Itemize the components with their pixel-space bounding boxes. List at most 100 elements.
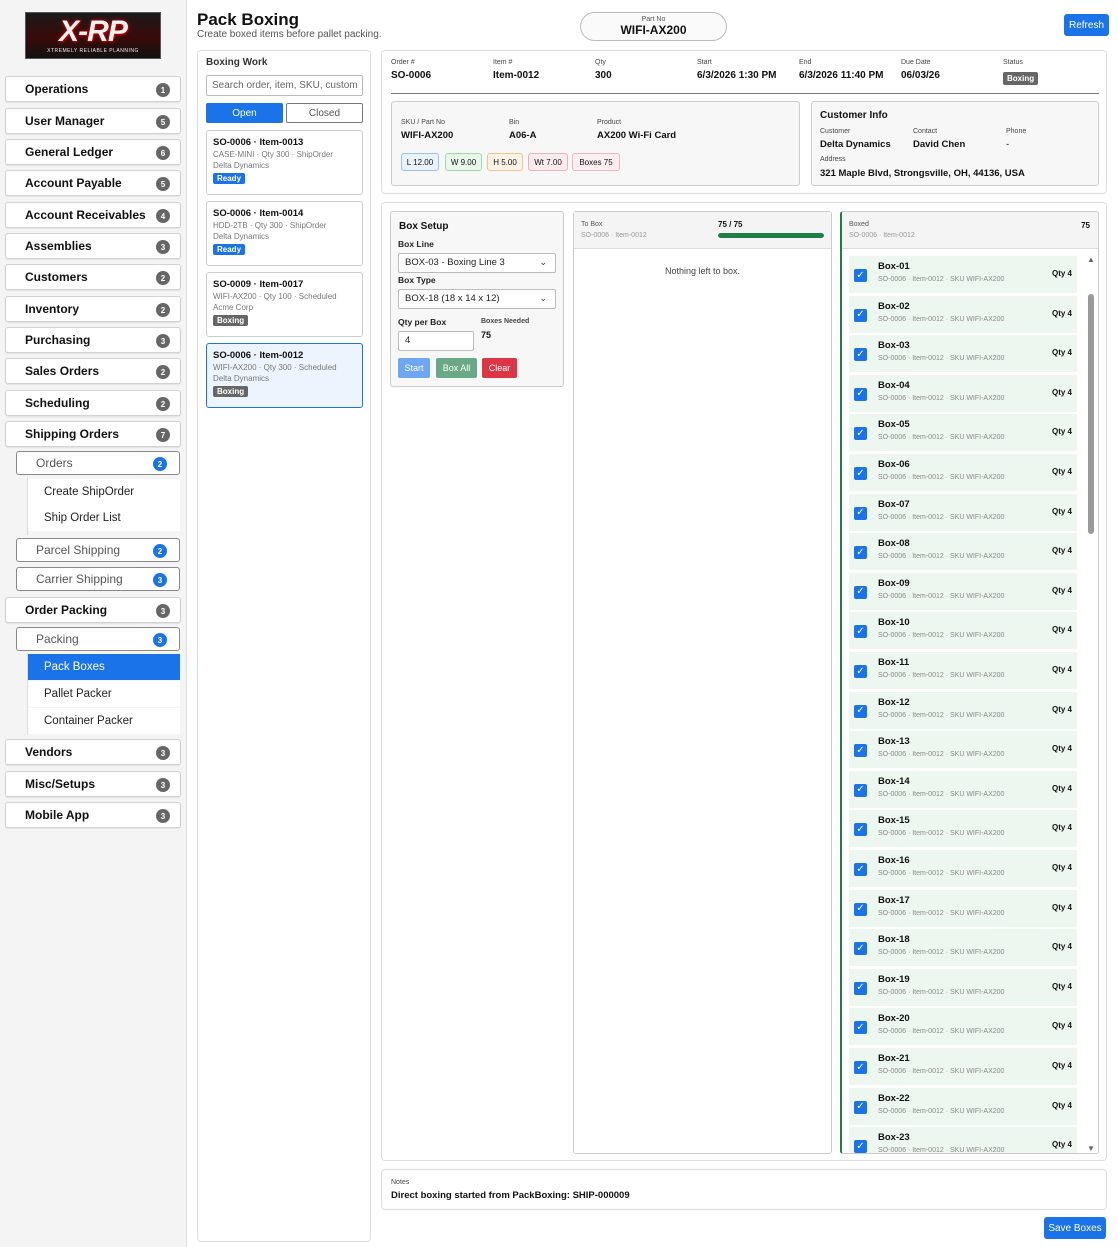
checkbox[interactable]: ✓ xyxy=(854,625,867,639)
box-line-select[interactable]: BOX-03 - Boxing Line 3 ⌄ xyxy=(398,253,556,273)
checkbox[interactable]: ✓ xyxy=(854,783,867,797)
sidebar-item-scheduling[interactable]: Scheduling 2 xyxy=(5,390,181,416)
boxed-row[interactable]: ✓ Box-14 SO-0006 · Item-0012 · SKU WIFI-AX… xyxy=(849,770,1077,808)
sidebar-subitem-orders[interactable]: Orders 2 xyxy=(16,451,180,475)
boxed-row[interactable]: ✓ Box-03 SO-0006 · Item-0012 · SKU WIFI-AX… xyxy=(849,335,1077,373)
checkbox[interactable]: ✓ xyxy=(854,665,867,678)
xrp-logo[interactable]: X-RP XTREMELY RELIABLE PLANNING xyxy=(25,12,161,59)
boxed-row[interactable]: ✓ Box-18 SO-0006 · Item-0012 · SKU WIFI-AX… xyxy=(849,929,1077,967)
sidebar-item-order-packing[interactable]: Order Packing 3 xyxy=(5,597,181,623)
tab-closed[interactable]: Closed xyxy=(286,103,363,123)
checkbox[interactable]: ✓ xyxy=(854,427,867,441)
work-card-selected[interactable]: SO-0006 · Item-0012 WIFI-AX200 · Qty 300… xyxy=(206,343,363,408)
boxed-row[interactable]: ✓ Box-21 SO-0006 · Item-0012 · SKU WIFI-AX… xyxy=(849,1048,1077,1085)
sidebar-leaf-container-packer[interactable]: Container Packer xyxy=(28,708,180,734)
checkbox[interactable]: ✓ xyxy=(854,546,867,560)
boxed-row[interactable]: ✓ Box-23 SO-0006 · Item-0012 · SKU WIFI-AX… xyxy=(849,1127,1077,1153)
box-name: Box-09 xyxy=(878,577,910,589)
sidebar-item-assemblies[interactable]: Assemblies 3 xyxy=(5,233,181,259)
checkbox[interactable]: ✓ xyxy=(854,744,867,758)
checkbox[interactable]: ✓ xyxy=(854,902,867,916)
boxed-row[interactable]: ✓ Box-05 SO-0006 · Item-0012 · SKU WIFI-AX… xyxy=(849,414,1077,452)
boxed-row[interactable]: ✓ Box-16 SO-0006 · Item-0012 · SKU WIFI-AX… xyxy=(849,850,1077,887)
box-type-value: BOX-18 (18 x 14 x 12) xyxy=(405,293,500,304)
clear-button[interactable]: Clear xyxy=(482,358,517,378)
checkbox[interactable]: ✓ xyxy=(854,269,867,282)
scroll-up-arrow-icon[interactable]: ▲ xyxy=(1087,256,1095,264)
boxed-row[interactable]: ✓ Box-22 SO-0006 · Item-0012 · SKU WIFI-AX… xyxy=(849,1087,1077,1125)
sidebar-item-general-ledger[interactable]: General Ledger 6 xyxy=(5,139,181,165)
work-card-detail: HDD-2TB · Qty 300 · ShipOrder xyxy=(213,221,327,230)
boxed-row[interactable]: ✓ Box-06 SO-0006 · Item-0012 · SKU WIFI-AX… xyxy=(849,454,1077,491)
sidebar-item-shipping-orders[interactable]: Shipping Orders 7 xyxy=(5,421,181,447)
sidebar-subitem-parcel-shipping[interactable]: Parcel Shipping 2 xyxy=(16,538,180,562)
work-card[interactable]: SO-0006 · Item-0013 CASE-MINI · Qty 300 … xyxy=(206,130,363,195)
start-button[interactable]: Start xyxy=(398,358,430,378)
checkbox[interactable]: ✓ xyxy=(854,387,867,401)
sidebar-leaf-create-shiporder[interactable]: Create ShipOrder xyxy=(28,479,180,505)
boxed-row[interactable]: ✓ Box-08 SO-0006 · Item-0012 · SKU WIFI-AX… xyxy=(849,533,1077,571)
scroll-down-arrow-icon[interactable]: ▼ xyxy=(1087,1145,1095,1153)
boxed-row[interactable]: ✓ Box-19 SO-0006 · Item-0012 · SKU WIFI-AX… xyxy=(849,968,1077,1006)
boxed-row[interactable]: ✓ Box-20 SO-0006 · Item-0012 · SKU WIFI-AX… xyxy=(849,1008,1077,1046)
sidebar-item-customers[interactable]: Customers 2 xyxy=(5,264,181,290)
boxed-row[interactable]: ✓ Box-15 SO-0006 · Item-0012 · SKU WIFI-AX… xyxy=(849,810,1077,848)
work-card[interactable]: SO-0006 · Item-0014 HDD-2TB · Qty 300 · … xyxy=(206,201,363,266)
work-card[interactable]: SO-0009 · Item-0017 WIFI-AX200 · Qty 100… xyxy=(206,272,363,337)
count-badge: 3 xyxy=(153,633,167,647)
checkbox[interactable]: ✓ xyxy=(854,1061,867,1074)
boxed-row[interactable]: ✓ Box-07 SO-0006 · Item-0012 · SKU WIFI-AX… xyxy=(849,493,1077,531)
search-input[interactable] xyxy=(206,75,363,96)
sidebar-leaf-ship-order-list[interactable]: Ship Order List xyxy=(28,505,180,531)
sidebar-leaf-pallet-packer[interactable]: Pallet Packer xyxy=(28,681,180,707)
sidebar-subitem-label: Packing xyxy=(36,632,79,646)
sidebar-item-account-payable[interactable]: Account Payable 5 xyxy=(5,170,181,196)
tab-open[interactable]: Open xyxy=(206,103,283,123)
checkbox[interactable]: ✓ xyxy=(854,506,867,520)
checkbox[interactable]: ✓ xyxy=(854,704,867,718)
qty-per-box-input[interactable]: 4 xyxy=(398,331,474,351)
sidebar-subitem-carrier-shipping[interactable]: Carrier Shipping 3 xyxy=(16,567,180,591)
checkbox[interactable]: ✓ xyxy=(854,585,867,599)
sidebar-item-mobile-app[interactable]: Mobile App 3 xyxy=(5,802,181,828)
boxed-row[interactable]: ✓ Box-04 SO-0006 · Item-0012 · SKU WIFI-AX… xyxy=(849,374,1077,412)
scrollbar[interactable]: ▲ ▼ xyxy=(1086,256,1096,1153)
save-boxes-button[interactable]: Save Boxes xyxy=(1044,1217,1106,1239)
checkbox[interactable]: ✓ xyxy=(854,823,867,837)
checkbox[interactable]: ✓ xyxy=(854,981,867,995)
status-label: Status xyxy=(1003,59,1023,66)
sidebar-item-misc-setups[interactable]: Misc/Setups 3 xyxy=(5,771,181,797)
checkbox[interactable]: ✓ xyxy=(854,308,867,322)
sidebar-leaf-pack-boxes[interactable]: Pack Boxes xyxy=(28,654,180,680)
boxed-row[interactable]: ✓ Box-12 SO-0006 · Item-0012 · SKU WIFI-AX… xyxy=(849,691,1077,729)
checkbox[interactable]: ✓ xyxy=(854,467,867,480)
sidebar-item-purchasing[interactable]: Purchasing 3 xyxy=(5,327,181,353)
boxed-row[interactable]: ✓ Box-11 SO-0006 · Item-0012 · SKU WIFI-AX… xyxy=(849,652,1077,689)
sidebar-item-inventory[interactable]: Inventory 2 xyxy=(5,296,181,322)
boxed-row[interactable]: ✓ Box-02 SO-0006 · Item-0012 · SKU WIFI-AX… xyxy=(849,295,1077,333)
checkbox[interactable]: ✓ xyxy=(854,863,867,876)
boxed-row[interactable]: ✓ Box-10 SO-0006 · Item-0012 · SKU WIFI-AX… xyxy=(849,612,1077,650)
checkbox[interactable]: ✓ xyxy=(854,1100,867,1114)
boxed-list[interactable]: ✓ Box-01 SO-0006 · Item-0012 · SKU WIFI-AX… xyxy=(842,256,1084,1153)
box-type-select[interactable]: BOX-18 (18 x 14 x 12) ⌄ xyxy=(398,289,556,309)
scrollbar-thumb[interactable] xyxy=(1088,294,1094,534)
checkbox[interactable]: ✓ xyxy=(854,942,867,956)
sidebar-item-account-receivables[interactable]: Account Receivables 4 xyxy=(5,202,181,228)
checkbox[interactable]: ✓ xyxy=(854,348,867,362)
box-all-button[interactable]: Box All xyxy=(436,358,477,378)
sidebar-item-sales-orders[interactable]: Sales Orders 2 xyxy=(5,358,181,384)
checkbox[interactable]: ✓ xyxy=(854,1021,867,1035)
boxed-row[interactable]: ✓ Box-13 SO-0006 · Item-0012 · SKU WIFI-AX… xyxy=(849,731,1077,769)
item-label: Item # xyxy=(493,59,513,66)
boxed-row[interactable]: ✓ Box-17 SO-0006 · Item-0012 · SKU WIFI-AX… xyxy=(849,889,1077,927)
sidebar-subitem-packing[interactable]: Packing 3 xyxy=(16,627,180,651)
sidebar-item-vendors[interactable]: Vendors 3 xyxy=(5,739,181,765)
boxed-row[interactable]: ✓ Box-01 SO-0006 · Item-0012 · SKU WIFI-AX… xyxy=(849,256,1077,293)
sidebar-item-operations[interactable]: Operations 1 xyxy=(5,76,181,102)
checkbox[interactable]: ✓ xyxy=(854,1140,867,1153)
boxed-row[interactable]: ✓ Box-09 SO-0006 · Item-0012 · SKU WIFI-AX… xyxy=(849,572,1077,610)
sidebar-item-user-manager[interactable]: User Manager 5 xyxy=(5,108,181,134)
refresh-button[interactable]: Refresh xyxy=(1064,14,1109,36)
box-name: Box-22 xyxy=(878,1092,910,1104)
